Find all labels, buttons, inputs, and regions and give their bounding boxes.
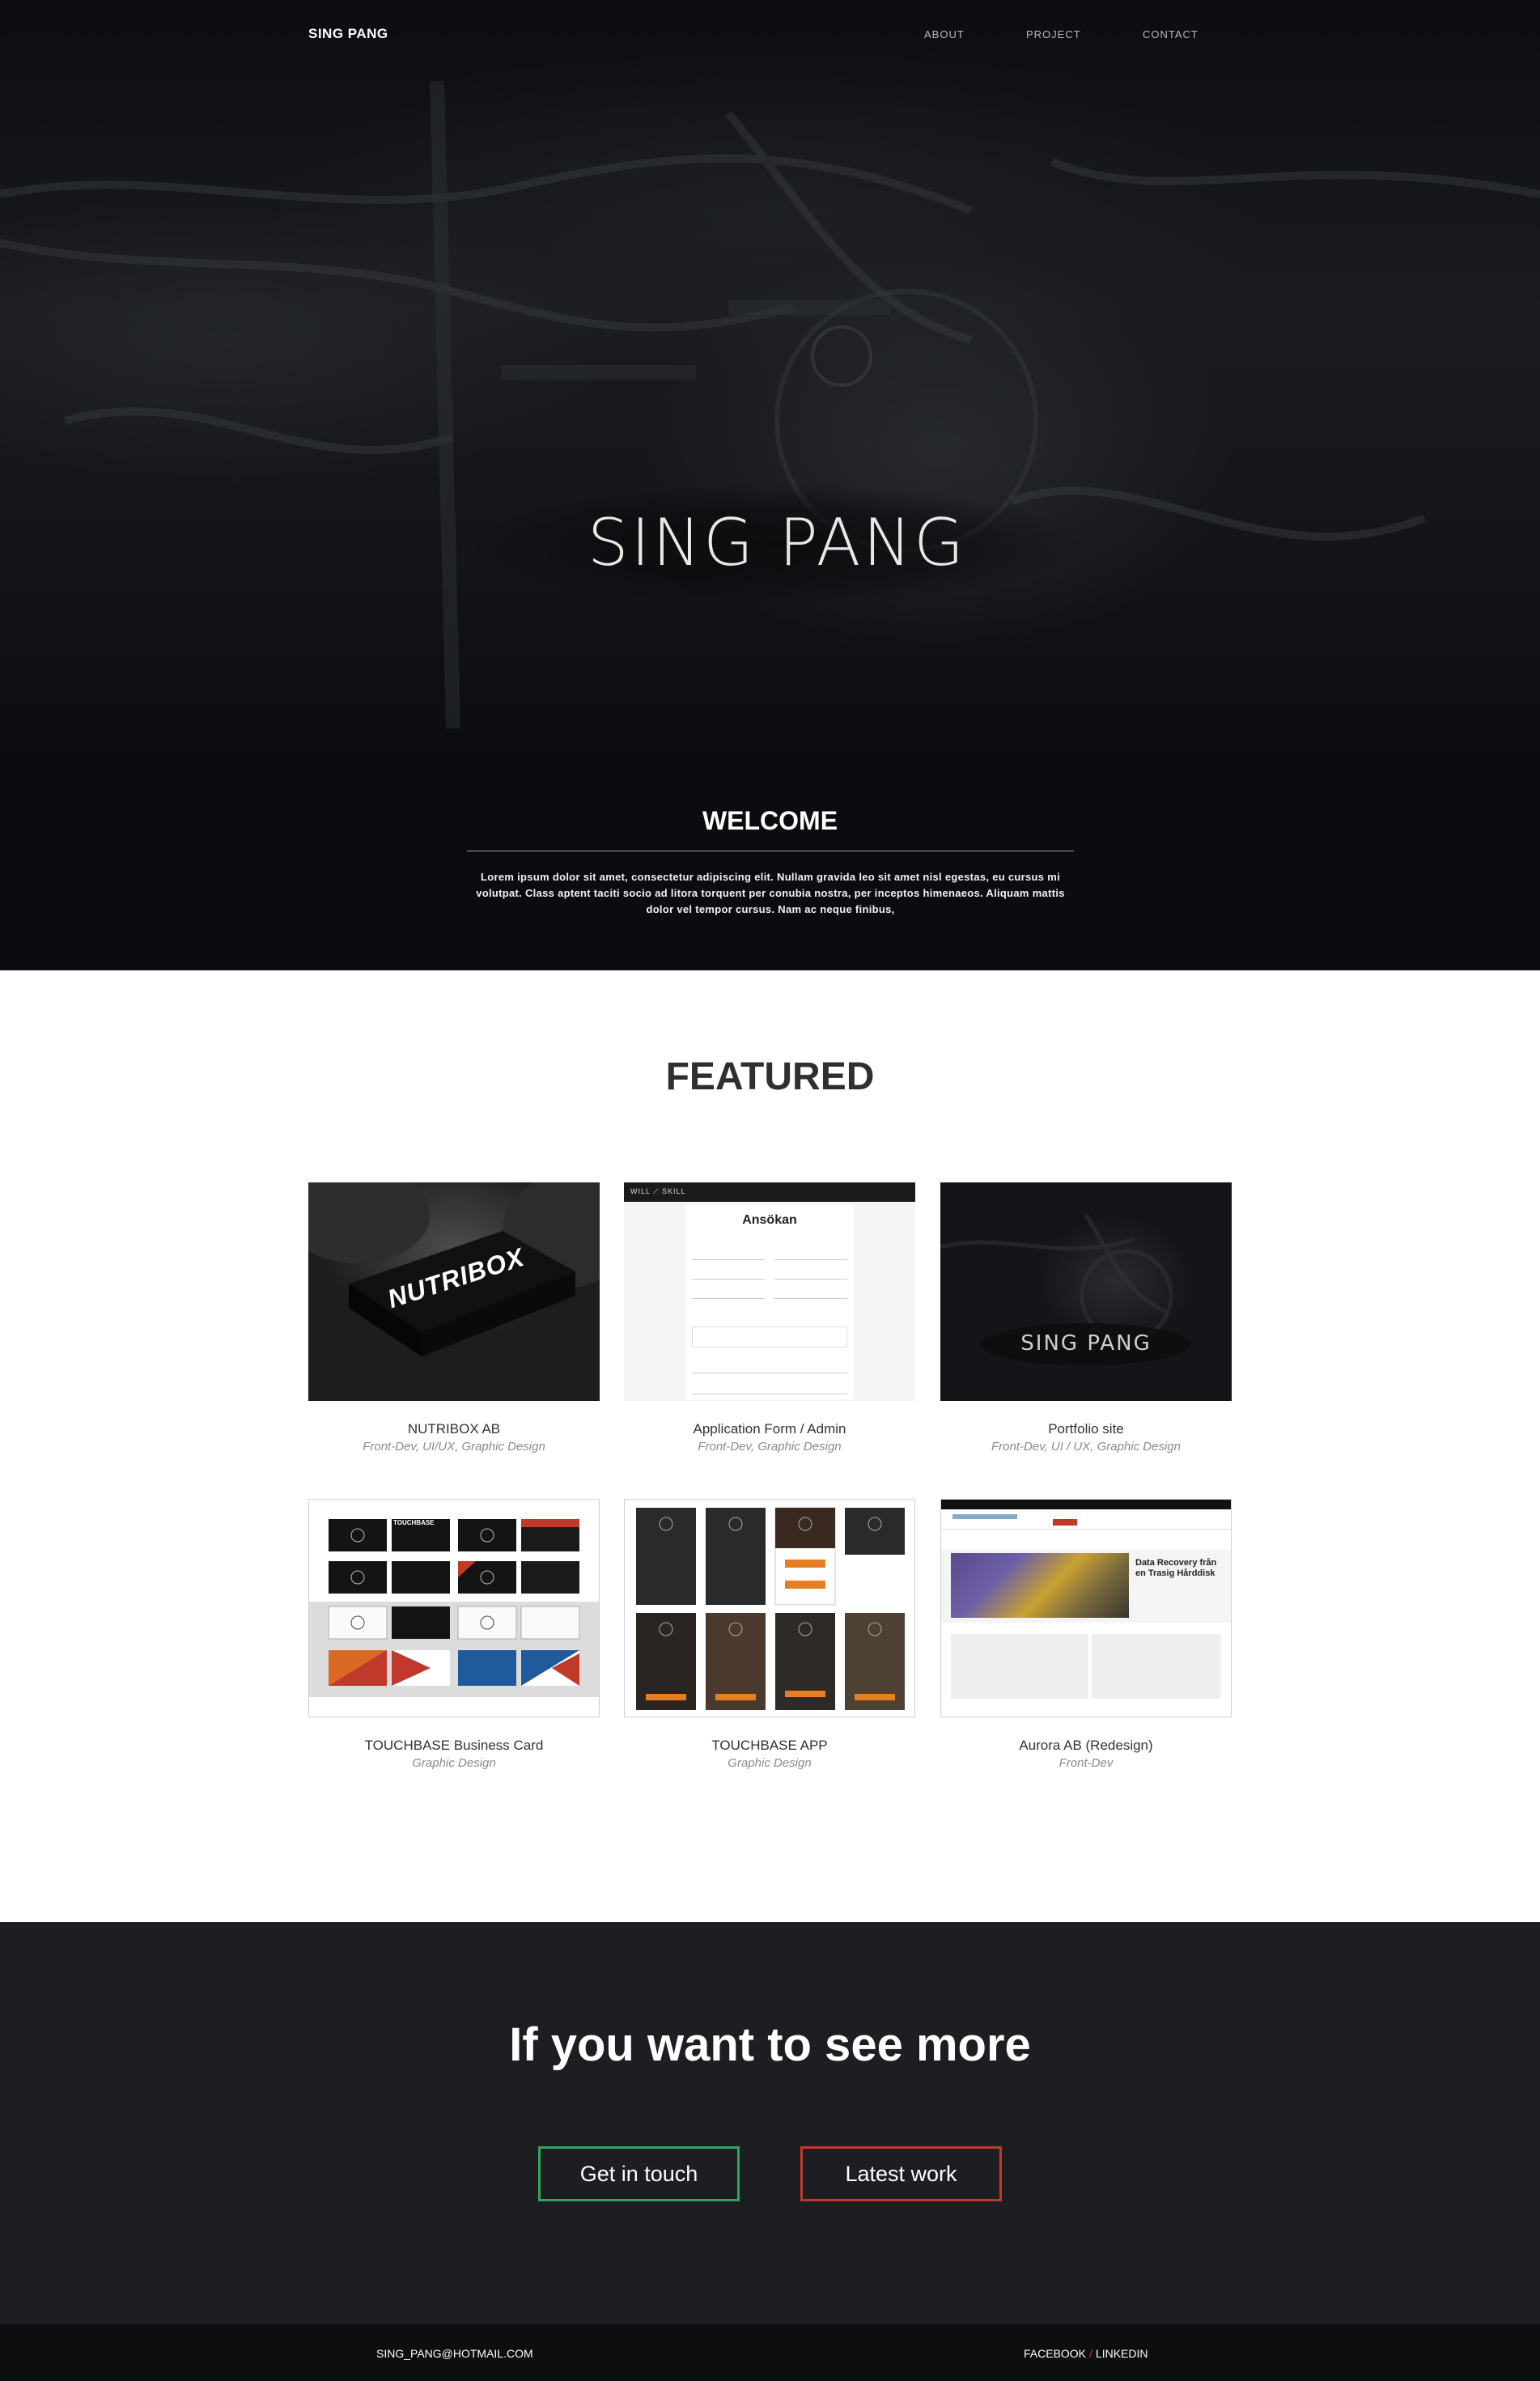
footer-social-links: FACEBOOK / LINKEDIN bbox=[1024, 2347, 1148, 2360]
project-tags: Front-Dev, UI/UX, Graphic Design bbox=[363, 1440, 545, 1454]
project-thumbnail[interactable]: SING PANG bbox=[940, 1182, 1232, 1401]
hero-background-pattern bbox=[0, 80, 1540, 729]
facebook-link[interactable]: FACEBOOK bbox=[1024, 2347, 1086, 2360]
top-nav: SING PANG ABOUT PROJECT CONTACT bbox=[0, 26, 1540, 49]
business-cards-grid bbox=[328, 1519, 580, 1686]
footer: SING_PANG@HOTMAIL.COM FACEBOOK / LINKEDIN bbox=[0, 2324, 1540, 2381]
featured-title: FEATURED bbox=[665, 1055, 875, 1098]
welcome-title: WELCOME bbox=[702, 806, 838, 835]
footer-email-link[interactable]: SING_PANG@HOTMAIL.COM bbox=[376, 2347, 533, 2360]
project-card-touchbase-app: TOUCHBASE APP Graphic Design bbox=[624, 1499, 915, 1770]
hero-section: SING PANG ABOUT PROJECT CONTACT SING PAN… bbox=[0, 0, 1540, 767]
aurora-heading: Data Recovery från en Trasig Hårddisk bbox=[1135, 1558, 1217, 1578]
latest-work-button[interactable]: Latest work bbox=[800, 2146, 1002, 2201]
hard-drive-image bbox=[951, 1553, 1129, 1618]
project-title[interactable]: NUTRIBOX AB bbox=[308, 1421, 600, 1437]
project-title[interactable]: Portfolio site bbox=[940, 1421, 1232, 1437]
project-thumbnail[interactable]: NUTRIBOX bbox=[308, 1182, 600, 1401]
project-tags: Front-Dev bbox=[1058, 1756, 1114, 1770]
project-tags: Front-Dev, UI / UX, Graphic Design bbox=[991, 1440, 1181, 1454]
nav-link-project[interactable]: PROJECT bbox=[1026, 28, 1081, 40]
project-card-portfolio: SING PANG Portfolio site Front-Dev, UI /… bbox=[940, 1182, 1232, 1454]
get-in-touch-button[interactable]: Get in touch bbox=[538, 2146, 740, 2201]
portfolio-logo-text: SING PANG bbox=[1020, 1331, 1152, 1356]
welcome-section: WELCOME Lorem ipsum dolor sit amet, cons… bbox=[0, 767, 1540, 970]
project-card-application-form: WILL ⟋ SKILL Ansökan Application Form / … bbox=[624, 1182, 915, 1454]
project-tags: Graphic Design bbox=[728, 1756, 812, 1770]
project-card-aurora: Data Recovery från en Trasig Hårddisk Au… bbox=[940, 1499, 1232, 1770]
social-separator: / bbox=[1089, 2347, 1092, 2360]
project-card-touchbase-card: TOUCHBASE TOUCHBASE Business Card Graphi… bbox=[308, 1499, 600, 1770]
linkedin-link[interactable]: LINKEDIN bbox=[1096, 2347, 1148, 2360]
hero-title-banner: SING PANG bbox=[453, 477, 1101, 607]
project-thumbnail[interactable]: Data Recovery från en Trasig Hårddisk bbox=[940, 1499, 1232, 1717]
project-title[interactable]: Aurora AB (Redesign) bbox=[940, 1738, 1232, 1754]
nav-link-about[interactable]: ABOUT bbox=[924, 28, 965, 40]
nav-link-contact[interactable]: CONTACT bbox=[1143, 28, 1198, 40]
form-panel: Ansökan bbox=[685, 1205, 854, 1399]
brand-logo[interactable]: SING PANG bbox=[308, 26, 388, 42]
form-heading: Ansökan bbox=[742, 1213, 797, 1227]
app-screens-grid bbox=[636, 1507, 905, 1710]
cta-title: If you want to see more bbox=[509, 2018, 1031, 2071]
project-tags: Front-Dev, Graphic Design bbox=[698, 1440, 842, 1454]
project-title[interactable]: TOUCHBASE APP bbox=[624, 1738, 915, 1754]
cta-section: If you want to see more Get in touch Lat… bbox=[0, 1922, 1540, 2324]
portfolio-background-pattern bbox=[940, 1213, 1191, 1365]
form-header-bar: WILL ⟋ SKILL bbox=[624, 1182, 915, 1202]
project-card-nutribox: NUTRIBOX NUTRIBOX AB Front-Dev, UI/UX, G… bbox=[308, 1182, 600, 1454]
hero-title: SING PANG bbox=[587, 504, 967, 580]
project-title[interactable]: Application Form / Admin bbox=[624, 1421, 915, 1437]
project-title[interactable]: TOUCHBASE Business Card bbox=[308, 1738, 600, 1754]
project-thumbnail[interactable]: TOUCHBASE bbox=[308, 1499, 600, 1717]
form-header-logo: WILL ⟋ SKILL bbox=[630, 1187, 686, 1195]
project-thumbnail[interactable]: WILL ⟋ SKILL Ansökan bbox=[624, 1182, 915, 1401]
touchbase-card-label: TOUCHBASE bbox=[393, 1519, 435, 1526]
project-thumbnail[interactable] bbox=[624, 1499, 915, 1717]
welcome-text: Lorem ipsum dolor sit amet, consectetur … bbox=[476, 871, 1065, 915]
project-tags: Graphic Design bbox=[412, 1756, 496, 1770]
